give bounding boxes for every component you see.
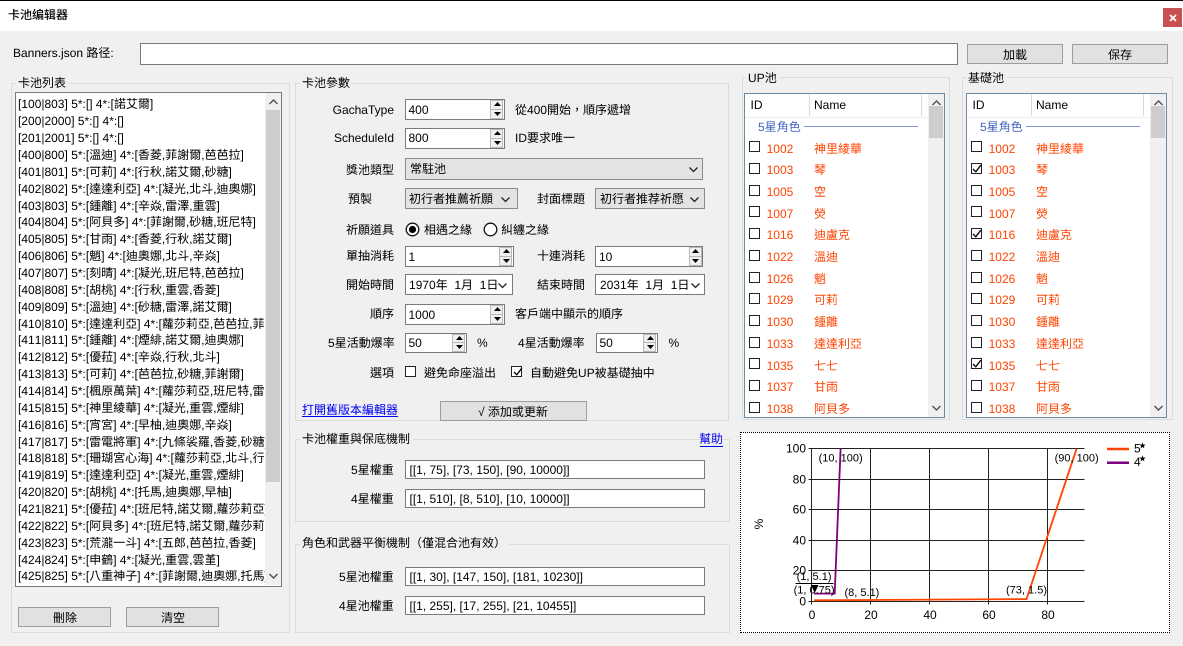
- svg-text:60: 60: [982, 608, 996, 622]
- svg-text:0: 0: [808, 608, 815, 622]
- svg-text:%: %: [752, 518, 766, 529]
- svg-text:(8, 5.1): (8, 5.1): [844, 587, 879, 599]
- svg-text:100: 100: [785, 442, 805, 456]
- svg-text:(10, 100): (10, 100): [818, 453, 862, 465]
- svg-text:80: 80: [792, 473, 806, 487]
- svg-text:0: 0: [799, 595, 806, 609]
- svg-text:80: 80: [1041, 608, 1055, 622]
- svg-text:(1, 5.1): (1, 5.1): [796, 571, 831, 583]
- svg-text:40: 40: [792, 534, 806, 548]
- svg-text:60: 60: [792, 503, 806, 517]
- svg-text:(73, 1.5): (73, 1.5): [1006, 585, 1047, 597]
- svg-text:(90, 100): (90, 100): [1054, 453, 1098, 465]
- svg-text:40: 40: [923, 608, 937, 622]
- svg-text:20: 20: [864, 608, 878, 622]
